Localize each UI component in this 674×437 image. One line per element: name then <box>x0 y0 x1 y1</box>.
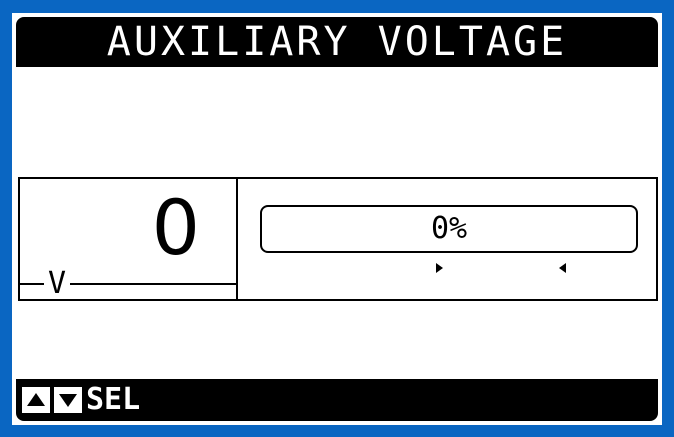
arrow-down-icon <box>59 394 77 407</box>
high-threshold-marker-icon <box>559 263 566 273</box>
footer-bar: SEL <box>16 379 658 421</box>
lcd-screen: AUXILIARY VOLTAGE 0 V 0% SEL <box>12 13 662 425</box>
page-title: AUXILIARY VOLTAGE <box>16 17 658 67</box>
up-key-button[interactable] <box>22 387 50 413</box>
low-threshold-marker-icon <box>436 263 443 273</box>
unit-line-right <box>70 283 236 285</box>
unit-line-left <box>20 283 44 285</box>
sel-label: SEL <box>86 382 141 417</box>
level-bar: 0% <box>260 205 638 253</box>
voltage-value: 0 <box>151 183 200 272</box>
panel-divider <box>236 179 238 299</box>
arrow-up-icon <box>27 393 45 406</box>
voltage-unit: V <box>48 266 67 301</box>
down-key-button[interactable] <box>54 387 82 413</box>
level-bar-label: 0% <box>430 211 468 246</box>
device-bezel: AUXILIARY VOLTAGE 0 V 0% SEL <box>0 0 674 437</box>
